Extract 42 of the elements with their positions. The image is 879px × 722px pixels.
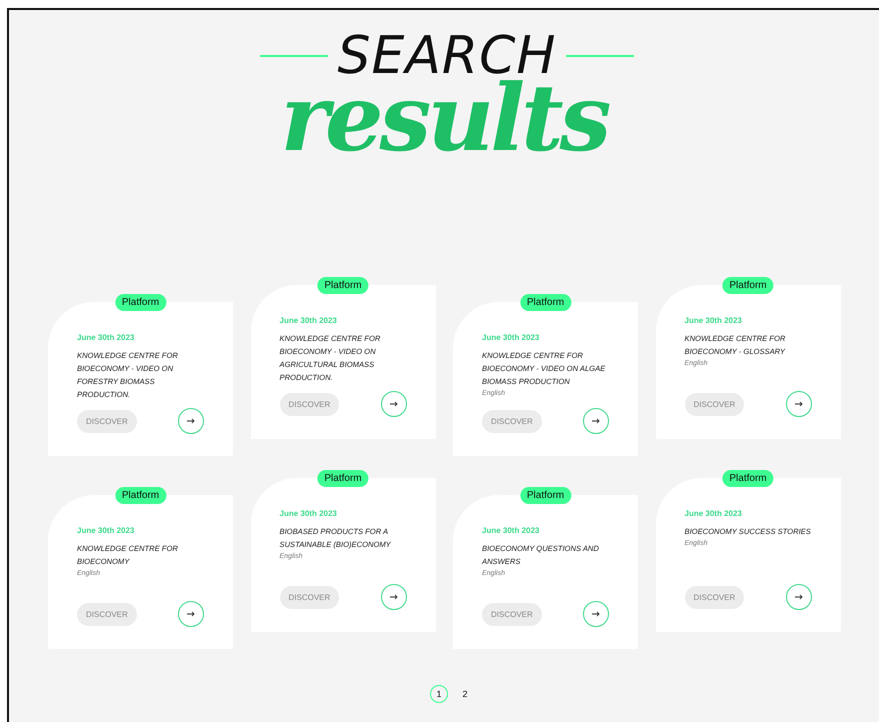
arrow-right-icon xyxy=(390,401,398,407)
arrow-button[interactable] xyxy=(178,408,204,434)
arrow-right-icon xyxy=(592,611,600,617)
arrow-right-icon xyxy=(187,611,195,617)
result-date: June 30th 2023 xyxy=(684,509,743,518)
arrow-right-icon xyxy=(794,594,802,600)
discover-button[interactable]: DISCOVER xyxy=(684,392,744,416)
arrow-right-icon xyxy=(794,401,802,407)
category-badge: Platform xyxy=(520,294,572,311)
result-date: June 30th 2023 xyxy=(280,509,338,518)
category-badge: Platform xyxy=(317,470,369,487)
arrow-button[interactable] xyxy=(583,408,609,434)
result-date: June 30th 2023 xyxy=(482,333,540,342)
arrow-button[interactable] xyxy=(786,584,812,610)
category-badge: Platform xyxy=(114,487,166,504)
discover-button[interactable]: DISCOVER xyxy=(482,410,542,432)
result-date: June 30th 2023 xyxy=(77,526,136,535)
result-date: June 30th 2023 xyxy=(77,333,136,342)
page-link[interactable]: 1 xyxy=(430,685,448,703)
arrow-button[interactable] xyxy=(380,391,406,417)
category-badge: Platform xyxy=(722,277,774,294)
arrow-right-icon xyxy=(187,418,195,424)
page-link[interactable]: 2 xyxy=(456,685,474,703)
result-date: June 30th 2023 xyxy=(280,316,338,325)
result-date: June 30th 2023 xyxy=(684,316,743,325)
discover-button[interactable]: DISCOVER xyxy=(77,410,137,432)
category-badge: Platform xyxy=(114,294,166,311)
arrow-right-icon xyxy=(390,594,398,600)
category-badge: Platform xyxy=(520,487,572,504)
category-badge: Platform xyxy=(722,470,774,487)
discover-button[interactable]: DISCOVER xyxy=(77,602,137,626)
discover-button[interactable]: DISCOVER xyxy=(482,602,542,626)
arrow-button[interactable] xyxy=(583,601,609,627)
discover-button[interactable]: DISCOVER xyxy=(684,586,744,608)
arrow-button[interactable] xyxy=(786,391,812,417)
arrow-right-icon xyxy=(592,418,600,424)
discover-button[interactable]: DISCOVER xyxy=(280,392,340,416)
arrow-button[interactable] xyxy=(380,584,406,610)
arrow-button[interactable] xyxy=(178,601,204,627)
discover-button[interactable]: DISCOVER xyxy=(280,586,340,608)
category-badge: Platform xyxy=(317,277,369,294)
result-date: June 30th 2023 xyxy=(482,526,540,535)
